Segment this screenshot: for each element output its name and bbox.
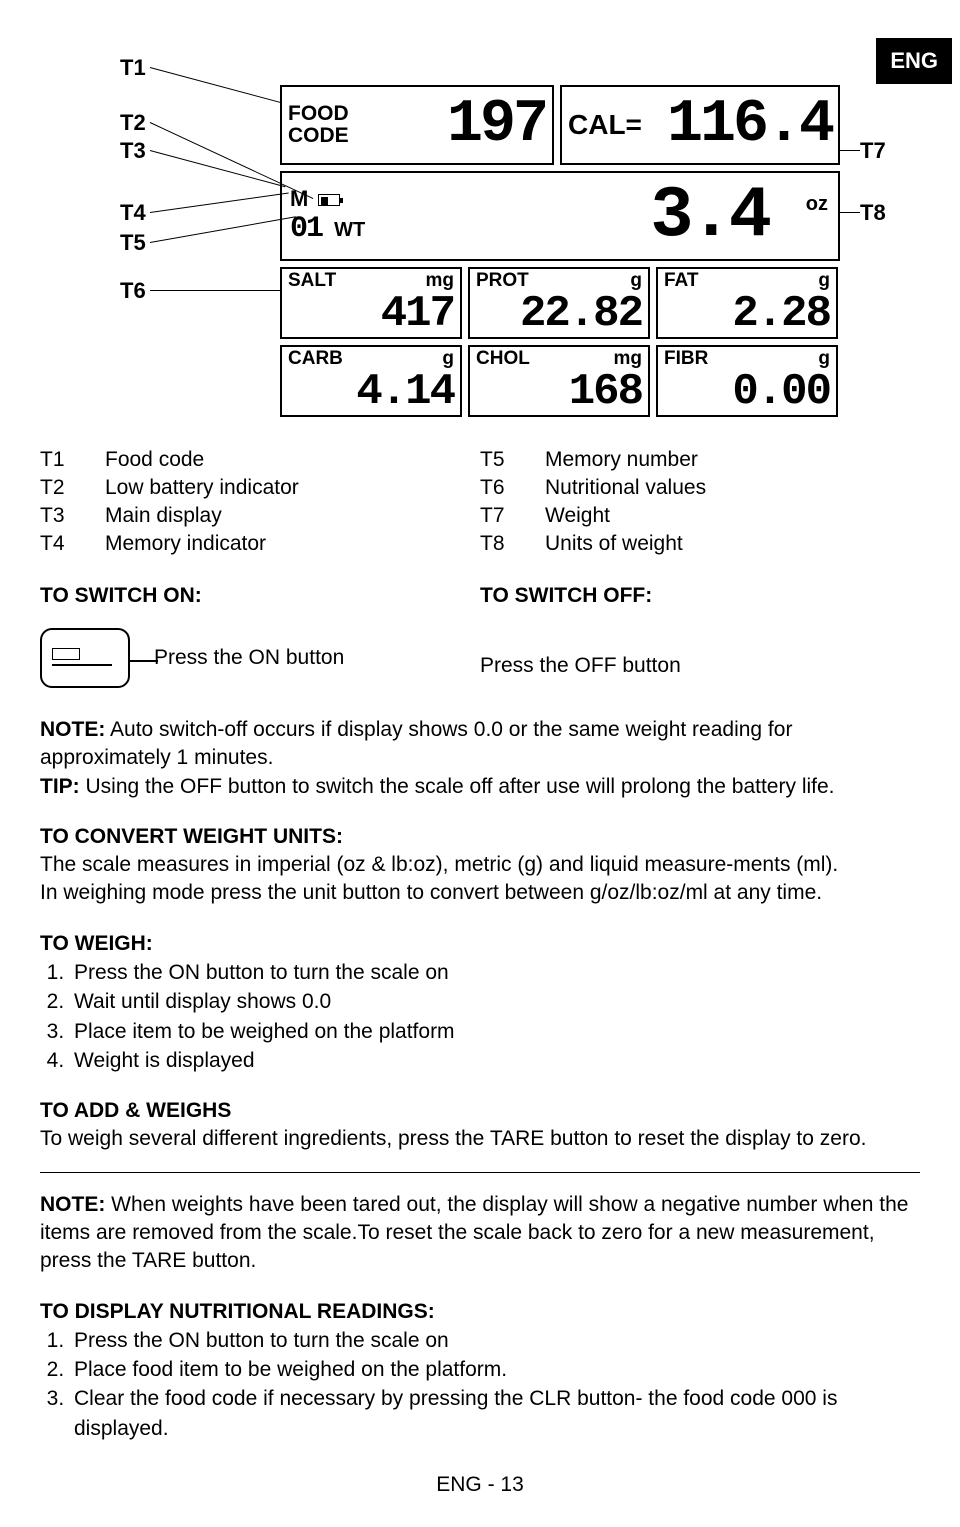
nutritional-step: Clear the food code if necessary by pres… xyxy=(70,1384,920,1443)
fibr-value: 0.00 xyxy=(664,370,830,414)
carb-label: CARB xyxy=(288,349,343,370)
switch-section: TO SWITCH ON: Press the ON button TO SWI… xyxy=(40,584,920,688)
switch-off-heading: TO SWITCH OFF: xyxy=(480,584,920,608)
weigh-step: Wait until display shows 0.0 xyxy=(70,987,920,1016)
note-text: Auto switch-off occurs if display shows … xyxy=(40,718,792,769)
legend-desc: Units of weight xyxy=(545,532,683,556)
wt-label: WT xyxy=(334,219,365,241)
legend-desc: Weight xyxy=(545,504,610,528)
callout-t5: T5 xyxy=(120,230,146,256)
lcd-screen: FOOD CODE 197 CAL= 116.4 M 01 W xyxy=(280,85,840,417)
callout-t4: T4 xyxy=(120,200,146,226)
legend-key: T3 xyxy=(40,504,105,528)
tip-label: TIP: xyxy=(40,775,80,798)
callout-legend: T1Food code T2Low battery indicator T3Ma… xyxy=(40,448,920,560)
weigh-step: Press the ON button to turn the scale on xyxy=(70,958,920,987)
carb-value: 4.14 xyxy=(288,370,454,414)
nutritional-step: Press the ON button to turn the scale on xyxy=(70,1326,920,1355)
convert-line1: The scale measures in imperial (oz & lb:… xyxy=(40,853,838,876)
calories-value: 116.4 xyxy=(642,95,832,155)
device-icon xyxy=(40,628,130,688)
press-off-text: Press the OFF button xyxy=(480,654,681,678)
prot-cell: PROTg 22.82 xyxy=(468,267,650,339)
fat-cell: FATg 2.28 xyxy=(656,267,838,339)
weigh-step: Place item to be weighed on the platform xyxy=(70,1017,920,1046)
tip-text: Using the OFF button to switch the scale… xyxy=(80,775,835,798)
fibr-label: FIBR xyxy=(664,349,708,370)
legend-desc: Food code xyxy=(105,448,204,472)
callout-t7: T7 xyxy=(860,138,886,164)
calories-cell: CAL= 116.4 xyxy=(560,85,840,165)
salt-value: 417 xyxy=(288,292,454,336)
weight-unit: oz xyxy=(806,193,828,216)
fat-label: FAT xyxy=(664,271,698,292)
addweighs-note-label: NOTE: xyxy=(40,1193,105,1216)
main-weight-cell: M 01 WT 3.4 oz xyxy=(280,171,840,261)
fibr-cell: FIBRg 0.00 xyxy=(656,345,838,417)
divider xyxy=(40,1172,920,1173)
addweighs-heading: TO ADD & WEIGHS xyxy=(40,1099,920,1123)
convert-heading: TO CONVERT WEIGHT UNITS: xyxy=(40,825,920,849)
legend-desc: Memory indicator xyxy=(105,532,266,556)
nutritional-step: Place food item to be weighed on the pla… xyxy=(70,1355,920,1384)
callout-t2: T2 xyxy=(120,110,146,136)
legend-desc: Nutritional values xyxy=(545,476,706,500)
legend-key: T1 xyxy=(40,448,105,472)
legend-key: T6 xyxy=(480,476,545,500)
lcd-diagram: T1 T2 T3 T4 T5 T6 T7 T8 FOOD CODE 197 CA xyxy=(40,30,920,430)
food-code-label: FOOD CODE xyxy=(288,103,349,147)
food-code-value: 197 xyxy=(349,95,546,155)
memory-indicator: M xyxy=(290,186,308,211)
legend-desc: Main display xyxy=(105,504,222,528)
switch-on-heading: TO SWITCH ON: xyxy=(40,584,480,608)
convert-line2: In weighing mode press the unit button t… xyxy=(40,881,822,904)
memory-number: 01 xyxy=(290,212,322,246)
callout-t6: T6 xyxy=(120,278,146,304)
calories-label: CAL= xyxy=(568,109,642,141)
chol-cell: CHOLmg 168 xyxy=(468,345,650,417)
fat-value: 2.28 xyxy=(664,292,830,336)
battery-icon xyxy=(318,194,340,206)
weigh-steps: Press the ON button to turn the scale on… xyxy=(40,958,920,1076)
nutritional-heading: TO DISPLAY NUTRITIONAL READINGS: xyxy=(40,1300,920,1324)
salt-cell: SALTmg 417 xyxy=(280,267,462,339)
food-code-cell: FOOD CODE 197 xyxy=(280,85,554,165)
note-label: NOTE: xyxy=(40,718,105,741)
legend-key: T2 xyxy=(40,476,105,500)
callout-t3: T3 xyxy=(120,138,146,164)
nutritional-steps: Press the ON button to turn the scale on… xyxy=(40,1326,920,1444)
carb-cell: CARBg 4.14 xyxy=(280,345,462,417)
legend-desc: Low battery indicator xyxy=(105,476,299,500)
legend-desc: Memory number xyxy=(545,448,698,472)
salt-label: SALT xyxy=(288,271,336,292)
chol-label: CHOL xyxy=(476,349,530,370)
addweighs-text: To weigh several different ingredients, … xyxy=(40,1125,920,1153)
legend-key: T7 xyxy=(480,504,545,528)
press-on-text: Press the ON button xyxy=(154,646,344,670)
callout-t1: T1 xyxy=(120,55,146,81)
addweighs-note-text: When weights have been tared out, the di… xyxy=(40,1193,908,1273)
legend-key: T4 xyxy=(40,532,105,556)
weigh-heading: TO WEIGH: xyxy=(40,932,920,956)
weight-value: 3.4 xyxy=(650,175,768,257)
weigh-step: Weight is displayed xyxy=(70,1046,920,1075)
note-section: NOTE: Auto switch-off occurs if display … xyxy=(40,716,920,801)
legend-key: T8 xyxy=(480,532,545,556)
callout-t8: T8 xyxy=(860,200,886,226)
manual-page: ENG T1 T2 T3 T4 T5 T6 T7 T8 FOOD CODE 19… xyxy=(0,30,960,1527)
prot-value: 22.82 xyxy=(476,292,642,336)
page-footer: ENG - 13 xyxy=(40,1473,920,1497)
chol-value: 168 xyxy=(476,370,642,414)
legend-key: T5 xyxy=(480,448,545,472)
